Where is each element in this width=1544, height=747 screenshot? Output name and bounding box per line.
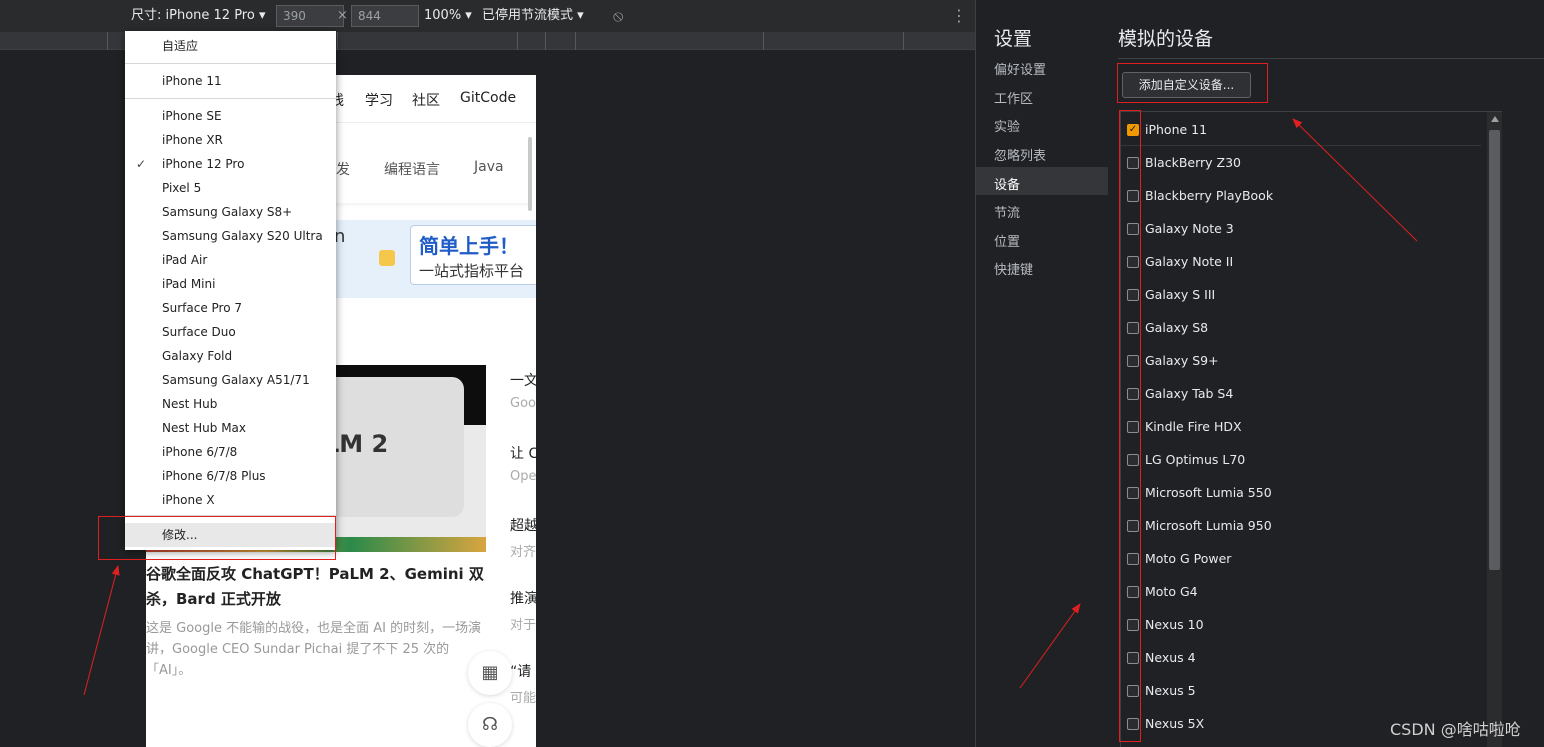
arrow-to-edit: [83, 565, 120, 696]
annotation-arrows: [83, 118, 1418, 696]
arrow-to-add-button: [1292, 118, 1418, 242]
watermark: CSDN @啥咕啦呛: [1390, 720, 1521, 739]
screen: 尺寸: iPhone 12 Pro ▾ 390 × 844 100% ▾ 已停用…: [0, 0, 1544, 747]
arrow-to-checkboxes: [1019, 603, 1081, 689]
